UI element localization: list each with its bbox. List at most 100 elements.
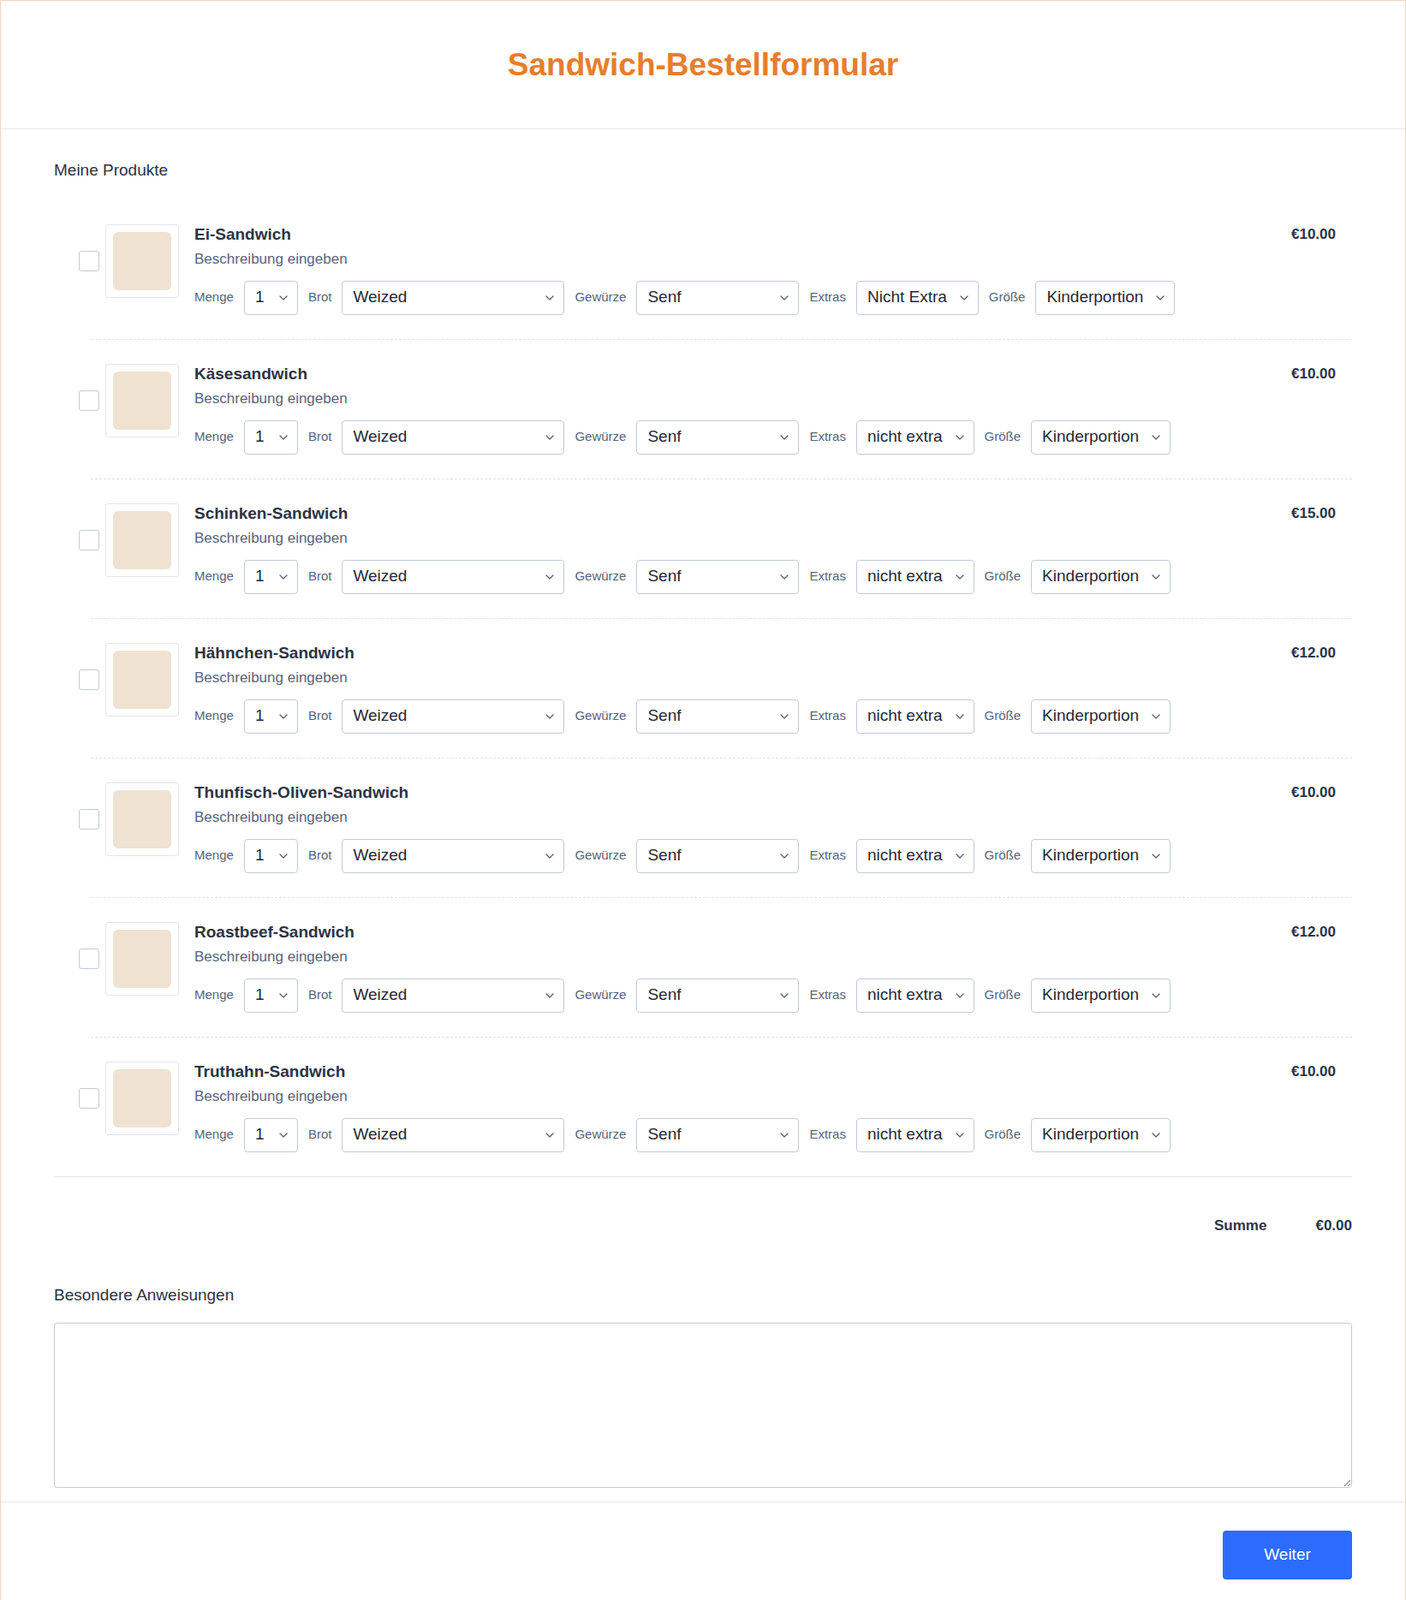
condiments-select[interactable]: Senf (636, 699, 799, 734)
extras-label: Extras (809, 706, 846, 727)
chevron-down-icon (953, 570, 967, 584)
condiments-select[interactable]: Senf (636, 280, 799, 316)
chevron-down-icon (953, 709, 967, 724)
chevron-down-icon (276, 988, 291, 1003)
condiments-select[interactable]: Senf (636, 978, 799, 1013)
extras-label: Extras (809, 985, 846, 1006)
chevron-down-icon (276, 849, 291, 864)
condiments-select[interactable]: Senf (636, 420, 799, 455)
extras-select[interactable]: nicht extra (856, 560, 975, 595)
bread-label: Brot (308, 1125, 333, 1145)
size-select[interactable]: Kinderportion (1030, 420, 1171, 455)
total-value: €0.00 (1315, 1215, 1353, 1238)
product-price: €10.00 (1291, 1061, 1336, 1083)
chevron-down-icon (777, 570, 792, 584)
product-price: €15.00 (1291, 503, 1336, 525)
bread-select[interactable]: Weized (341, 560, 565, 595)
bread-field: BrotWeized (308, 560, 566, 595)
extras-field: Extras nicht extra (809, 699, 974, 734)
size-field: GrößeKinderportion (984, 420, 1172, 455)
size-select[interactable]: Kinderportion (1030, 839, 1171, 874)
condiments-select[interactable]: Senf (636, 839, 799, 874)
extras-select[interactable]: nicht extra (856, 978, 975, 1013)
extras-label: Extras (809, 427, 846, 447)
size-select[interactable]: Kinderportion (1030, 1118, 1171, 1153)
quantity-select[interactable]: 1 (244, 280, 298, 316)
chevron-down-icon (953, 849, 967, 864)
extras-select[interactable]: nicht extra (856, 839, 975, 874)
condiments-field: GewürzeSenf (574, 839, 799, 874)
size-label: Größe (984, 1125, 1022, 1145)
quantity-select[interactable]: 1 (244, 839, 298, 874)
extras-select[interactable]: nicht extra (856, 420, 975, 455)
size-field: GrößeKinderportion (984, 978, 1172, 1013)
quantity-select[interactable]: 1 (244, 978, 298, 1013)
product-checkbox[interactable] (78, 948, 100, 970)
chevron-down-icon (1149, 988, 1163, 1003)
chevron-down-icon (276, 709, 291, 724)
chevron-down-icon (542, 291, 557, 305)
size-select[interactable]: Kinderportion (1030, 560, 1171, 595)
bread-select[interactable]: Weized (341, 839, 565, 874)
product-checkbox[interactable] (78, 669, 100, 691)
extras-field: Extras nicht extra (809, 560, 974, 595)
product-name: Thunfisch-Oliven-Sandwich (194, 782, 1278, 804)
quantity-label: Menge (194, 566, 234, 587)
quantity-select[interactable]: 1 (244, 560, 298, 595)
extras-field: ExtrasNicht Extra (809, 280, 978, 316)
chevron-down-icon (777, 430, 792, 445)
quantity-select[interactable]: 1 (244, 699, 298, 734)
chevron-down-icon (276, 570, 291, 584)
extras-select[interactable]: nicht extra (856, 1118, 975, 1153)
bread-field: BrotWeized (308, 839, 566, 874)
chevron-down-icon (276, 1128, 291, 1143)
extras-select[interactable]: Nicht Extra (856, 280, 979, 316)
size-label: Größe (984, 566, 1022, 587)
size-select[interactable]: Kinderportion (1030, 699, 1171, 734)
bread-select[interactable]: Weized (341, 280, 565, 316)
bread-select[interactable]: Weized (341, 978, 565, 1013)
product-image (105, 363, 179, 438)
chevron-down-icon (542, 1128, 557, 1143)
form-footer: Weiter (0, 1501, 1406, 1600)
extras-label: Extras (809, 566, 846, 587)
product-row: Schinken-SandwichBeschreibung eingebenMe… (53, 479, 1353, 619)
extras-label: Extras (809, 1125, 846, 1145)
quantity-field: Menge1 (194, 839, 298, 874)
product-price: €10.00 (1291, 782, 1336, 804)
quantity-select[interactable]: 1 (244, 1118, 298, 1153)
instructions-textarea[interactable] (53, 1322, 1353, 1489)
product-name: Hähnchen-Sandwich (194, 643, 1278, 664)
extras-field: Extras nicht extra (809, 420, 974, 455)
size-label: Größe (988, 287, 1026, 308)
chevron-down-icon (777, 709, 792, 724)
bread-select[interactable]: Weized (341, 699, 565, 734)
product-checkbox[interactable] (78, 390, 100, 412)
bread-select[interactable]: Weized (341, 1118, 565, 1153)
bread-select[interactable]: Weized (341, 420, 565, 455)
product-checkbox[interactable] (78, 250, 100, 272)
total-label: Summe (1214, 1215, 1267, 1238)
quantity-label: Menge (194, 706, 234, 727)
product-description: Beschreibung eingeben (194, 1087, 1278, 1107)
product-checkbox[interactable] (78, 809, 100, 830)
condiments-select[interactable]: Senf (636, 560, 799, 595)
chevron-down-icon (777, 849, 792, 864)
condiments-select[interactable]: Senf (636, 1118, 799, 1153)
condiments-label: Gewürze (574, 706, 626, 727)
extras-field: Extras nicht extra (809, 978, 974, 1013)
form-title: Sandwich-Bestellformular (507, 41, 899, 90)
row-divider (90, 618, 1353, 620)
quantity-field: Menge1 (194, 420, 298, 455)
size-select[interactable]: Kinderportion (1035, 280, 1175, 316)
product-checkbox[interactable] (78, 1088, 100, 1109)
product-checkbox[interactable] (78, 530, 100, 551)
chevron-down-icon (777, 988, 792, 1003)
next-button[interactable]: Weiter (1222, 1531, 1353, 1580)
chevron-down-icon (542, 709, 557, 724)
quantity-label: Menge (194, 985, 234, 1006)
size-select[interactable]: Kinderportion (1030, 978, 1171, 1013)
product-row: Thunfisch-Oliven-SandwichBeschreibung ei… (53, 758, 1353, 898)
quantity-select[interactable]: 1 (244, 420, 298, 455)
extras-select[interactable]: nicht extra (856, 699, 975, 734)
